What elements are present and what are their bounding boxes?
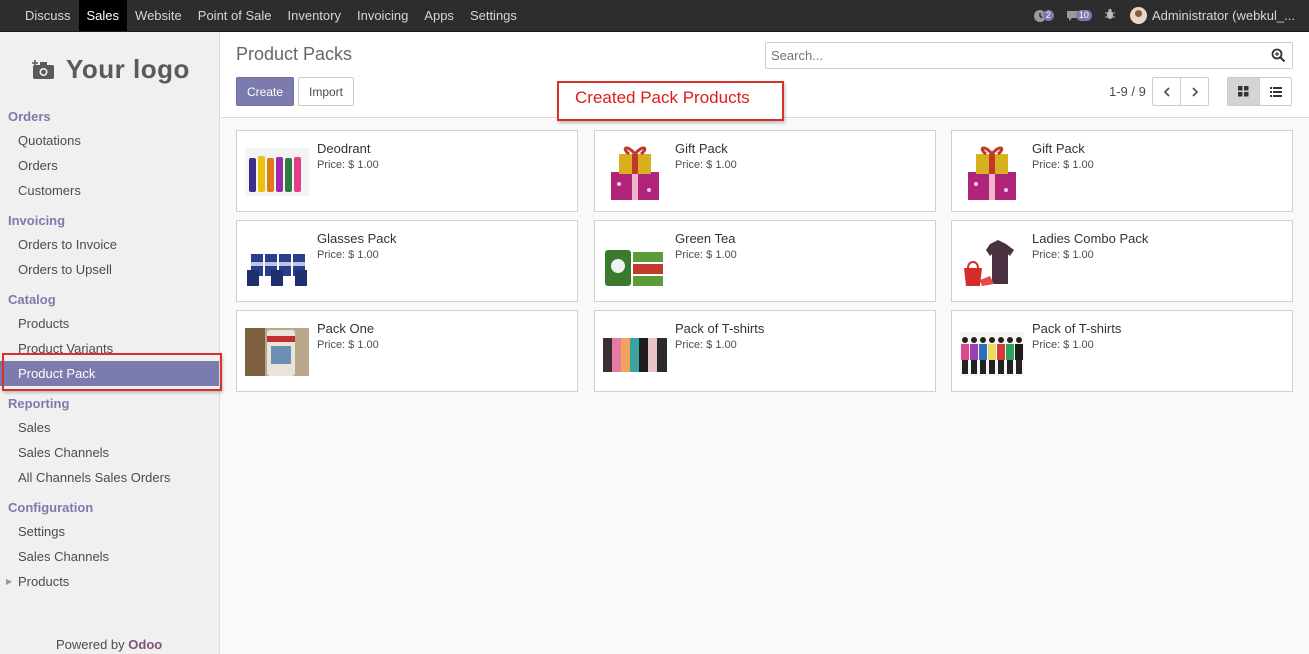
product-price: Price: $ 1.00 [1032,249,1094,261]
section-invoicing: Invoicing [8,213,66,228]
systray: 2 10 Administrator (webkul_... [1033,0,1309,31]
debug-bug-icon[interactable] [1104,8,1116,23]
activity-count-badge: 2 [1042,10,1054,21]
product-card[interactable]: Gift Pack Price: $ 1.00 [594,130,936,212]
product-card[interactable]: Pack of T-shirts Price: $ 1.00 [951,310,1293,392]
menu-settings[interactable]: Settings [462,0,525,31]
product-price: Price: $ 1.00 [317,249,379,261]
search-bar [765,42,1293,69]
gift-boxes-image [968,146,1016,200]
green-tea-boxes-image [605,250,663,286]
menu-website[interactable]: Website [127,0,190,31]
sidebar-item-orders[interactable]: Orders [18,158,58,173]
product-name: Pack of T-shirts [1032,321,1122,336]
gift-boxes-image [611,146,659,200]
user-menu[interactable]: Administrator (webkul_... [1129,7,1295,24]
product-price: Price: $ 1.00 [1032,159,1094,171]
menu-discuss[interactable]: Discuss [17,0,79,31]
page-title: Product Packs [236,44,353,64]
menu-sales[interactable]: Sales [78,0,128,31]
pager-previous-button[interactable] [1152,77,1181,106]
product-name: Gift Pack [1032,141,1085,156]
product-price: Price: $ 1.00 [675,249,737,261]
chat-count-badge: 10 [1075,10,1092,21]
chat-button[interactable]: 10 [1066,9,1092,22]
search-options-icon[interactable] [1271,48,1286,66]
annotation-callout: Created Pack Products [557,81,784,121]
product-name: Green Tea [675,231,736,246]
product-card[interactable]: Green Tea Price: $ 1.00 [594,220,936,302]
product-name: Pack of T-shirts [675,321,765,336]
sidebar-item-all-channels-sales-orders[interactable]: All Channels Sales Orders [18,470,170,485]
section-catalog: Catalog [8,292,56,307]
create-button[interactable]: Create [236,77,294,106]
chevron-right-icon [1191,86,1198,97]
list-view-button[interactable] [1259,77,1292,106]
kanban-view: Deodrant Price: $ 1.00 Gift Pack Price: … [220,119,1309,654]
product-price: Price: $ 1.00 [317,159,379,171]
list-icon [1269,86,1282,97]
app-menu: Discuss Sales Website Point of Sale Inve… [17,0,525,31]
product-price: Price: $ 1.00 [317,339,379,351]
pager-value[interactable]: 1-9 / 9 [1109,84,1146,99]
product-name: Deodrant [317,141,371,156]
caret-right-icon[interactable]: ▶ [6,577,12,586]
product-name: Pack One [317,321,375,336]
sidebar-item-orders-to-invoice[interactable]: Orders to Invoice [18,237,117,252]
sidebar-item-customers[interactable]: Customers [18,183,81,198]
product-card[interactable]: Pack of T-shirts Price: $ 1.00 [594,310,936,392]
pager-next-button[interactable] [1180,77,1209,106]
can-pack-image [245,328,309,376]
camera-plus-icon [32,59,54,79]
product-name: Ladies Combo Pack [1032,231,1149,246]
deodorant-bottles-image [245,148,309,196]
section-reporting: Reporting [8,396,70,411]
product-price: Price: $ 1.00 [1032,339,1094,351]
menu-apps[interactable]: Apps [416,0,462,31]
sidebar-item-config-sales-channels[interactable]: Sales Channels [18,549,109,564]
product-card[interactable]: Deodrant Price: $ 1.00 [236,130,578,212]
product-card[interactable]: Gift Pack Price: $ 1.00 [951,130,1293,212]
sidebar: Your logo Orders Quotations Orders Custo… [0,32,220,654]
menu-inventory[interactable]: Inventory [280,0,349,31]
sidebar-item-config-products[interactable]: Products [18,574,69,589]
menu-point-of-sale[interactable]: Point of Sale [190,0,280,31]
sidebar-item-quotations[interactable]: Quotations [18,133,81,148]
sidebar-item-reporting-sales[interactable]: Sales [18,420,51,435]
powered-by-label: Powered by [56,637,125,652]
powered-by: Powered by Odoo [56,637,162,652]
product-name: Gift Pack [675,141,728,156]
annotation-highlight-box [2,353,222,391]
main-navbar: Discuss Sales Website Point of Sale Inve… [0,0,1309,32]
user-name: Administrator (webkul_... [1151,8,1295,23]
logo-text: Your logo [66,54,190,84]
avatar [1129,7,1147,24]
product-price: Price: $ 1.00 [675,159,737,171]
product-price: Price: $ 1.00 [675,339,737,351]
ladies-combo-image [964,240,1014,286]
kanban-grid-icon [1238,86,1249,97]
kanban-view-button[interactable] [1227,77,1260,106]
activity-button[interactable]: 2 [1033,9,1054,23]
section-orders: Orders [8,109,51,124]
product-name: Glasses Pack [317,231,397,246]
section-configuration: Configuration [8,500,94,515]
glasses-image [247,254,307,286]
menu-invoicing[interactable]: Invoicing [349,0,416,31]
import-button[interactable]: Import [298,77,354,106]
chevron-left-icon [1163,86,1170,97]
sidebar-item-orders-to-upsell[interactable]: Orders to Upsell [18,262,112,277]
odoo-link[interactable]: Odoo [128,637,162,652]
product-card[interactable]: Pack One Price: $ 1.00 [236,310,578,392]
sidebar-item-settings[interactable]: Settings [18,524,65,539]
sidebar-item-reporting-sales-channels[interactable]: Sales Channels [18,445,109,460]
tshirts-color-image [603,338,667,372]
sidebar-item-products[interactable]: Products [18,316,69,331]
search-input[interactable] [771,43,1261,67]
company-logo[interactable]: Your logo [32,54,190,85]
tshirts-models-image [960,332,1024,376]
product-card[interactable]: Glasses Pack Price: $ 1.00 [236,220,578,302]
product-card[interactable]: Ladies Combo Pack Price: $ 1.00 [951,220,1293,302]
